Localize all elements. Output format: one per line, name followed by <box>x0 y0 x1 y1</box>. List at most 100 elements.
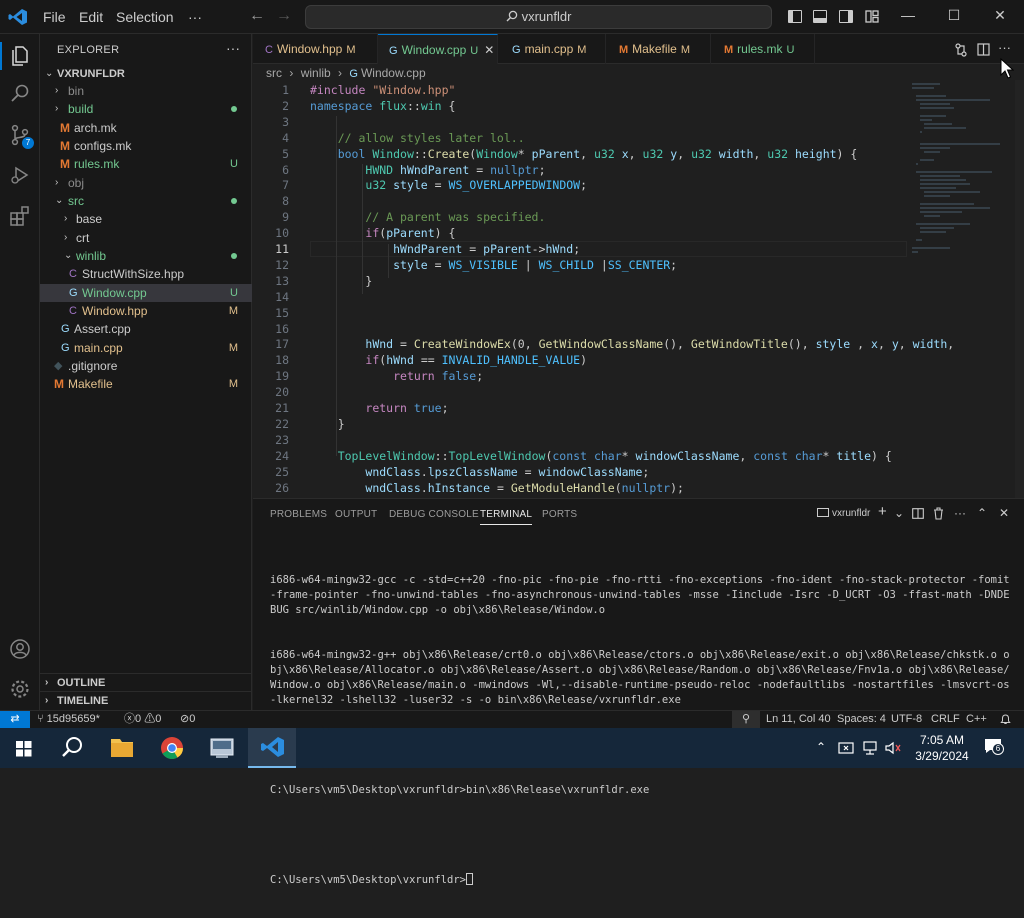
open-changes-icon[interactable] <box>954 43 968 57</box>
code-line[interactable]: 26 wndClass.hInstance = GetModuleHandle(… <box>253 480 1024 496</box>
tray-chevron-icon[interactable]: ⌃ <box>816 740 826 754</box>
code-line[interactable]: 20 <box>253 384 1024 400</box>
tree-folder-winlib[interactable]: ⌄ winlib <box>40 247 252 265</box>
editor-scrollbar[interactable] <box>1015 80 1024 498</box>
code-line[interactable]: 16 <box>253 321 1024 337</box>
vscode-taskbar-button[interactable] <box>248 728 296 768</box>
breadcrumb-item[interactable]: Window.cpp <box>361 66 426 80</box>
minimap[interactable] <box>910 80 1010 260</box>
explorer-files-icon[interactable] <box>8 44 32 68</box>
tree-folder-src[interactable]: ⌄ src <box>40 192 252 210</box>
code-line[interactable]: 11 hWndParent = pParent->hWnd; <box>253 241 1024 257</box>
tab-window-cpp[interactable]: G Window.cpp U ✕ <box>378 34 498 64</box>
minimize-button[interactable]: — <box>900 7 916 25</box>
tab-output[interactable]: OUTPUT <box>335 509 377 520</box>
close-panel-icon[interactable]: ✕ <box>999 506 1009 520</box>
accounts-icon[interactable] <box>8 637 32 661</box>
code-line[interactable]: 7 u32 style = WS_OVERLAPPEDWINDOW; <box>253 177 1024 193</box>
chrome-icon[interactable] <box>148 728 196 768</box>
windows-start-icon[interactable] <box>0 728 48 768</box>
code-line[interactable]: 24 TopLevelWindow::TopLevelWindow(const … <box>253 448 1024 464</box>
network-icon[interactable] <box>862 740 878 756</box>
workspace-root[interactable]: ⌄ VXRUNFLDR <box>40 65 252 83</box>
code-line[interactable]: 13 } <box>253 273 1024 289</box>
breadcrumb-item[interactable]: winlib <box>301 66 331 80</box>
tree-folder-base[interactable]: › base <box>40 210 252 228</box>
code-line[interactable]: 9 // A parent was specified. <box>253 209 1024 225</box>
code-editor[interactable]: 1 #include "Window.hpp" 2 namespace flux::w… <box>253 80 1024 498</box>
problems-status[interactable]: ⓧ0 ⚠0 <box>124 711 161 728</box>
search-view-icon[interactable] <box>8 82 32 106</box>
explorer-more-icon[interactable]: ··· <box>226 40 240 56</box>
notifications-bell-icon[interactable] <box>1000 714 1011 725</box>
tree-file-window-cpp[interactable]: G Window.cpp U <box>40 284 252 302</box>
toggle-secondary-sidebar-icon[interactable] <box>839 10 853 23</box>
server-manager-icon[interactable] <box>198 728 246 768</box>
extensions-icon[interactable] <box>8 204 32 228</box>
menu-file[interactable]: File <box>43 9 66 25</box>
tree-file-window-hpp[interactable]: C Window.hpp M <box>40 302 252 320</box>
security-shield-icon[interactable] <box>838 740 854 756</box>
terminal-selector[interactable]: vxrunfldr <box>817 508 870 519</box>
ports-status[interactable]: ⊘0 <box>180 711 195 728</box>
code-line[interactable]: 4 // allow styles later lol.. <box>253 130 1024 146</box>
code-line[interactable]: 14 <box>253 289 1024 305</box>
menu-more[interactable]: ··· <box>188 9 202 25</box>
tab-terminal[interactable]: TERMINAL <box>480 509 533 525</box>
indentation[interactable]: Spaces: 4 <box>837 711 886 728</box>
volume-muted-icon[interactable] <box>884 740 902 756</box>
close-window-button[interactable]: ✕ <box>992 7 1008 25</box>
tree-file-makefile[interactable]: M Makefile M <box>40 375 252 393</box>
tree-file-structwithsize-hpp[interactable]: C StructWithSize.hpp <box>40 265 252 283</box>
system-clock[interactable]: 7:05 AM 3/29/2024 <box>910 732 974 764</box>
code-line[interactable]: 6 HWND hWndParent = nullptr; <box>253 162 1024 178</box>
code-line[interactable]: 12 style = WS_VISIBLE | WS_CHILD |SS_CEN… <box>253 257 1024 273</box>
forward-arrow-icon[interactable]: → <box>276 7 292 25</box>
code-line[interactable]: 8 <box>253 193 1024 209</box>
tab-makefile[interactable]: M Makefile M <box>606 34 711 64</box>
zoom-icon[interactable]: ⚲ <box>732 711 760 728</box>
tab-problems[interactable]: PROBLEMS <box>270 509 327 520</box>
encoding[interactable]: UTF-8 <box>891 711 922 728</box>
tree-file-rules-mk[interactable]: M rules.mk U <box>40 155 252 173</box>
tree-file-assert-cpp[interactable]: G Assert.cpp <box>40 320 252 338</box>
code-line[interactable]: 10 if(pParent) { <box>253 225 1024 241</box>
menu-selection[interactable]: Selection <box>116 9 174 25</box>
tab-debug-console[interactable]: DEBUG CONSOLE <box>389 509 479 520</box>
code-line[interactable]: 22 } <box>253 416 1024 432</box>
toggle-primary-sidebar-icon[interactable] <box>788 10 802 23</box>
tree-folder-obj[interactable]: › obj <box>40 174 252 192</box>
code-line[interactable]: 17 hWnd = CreateWindowEx(0, GetWindowCla… <box>253 336 1024 352</box>
tab-close-icon[interactable]: ✕ <box>484 43 494 57</box>
tree-folder-bin[interactable]: › bin <box>40 82 252 100</box>
maximize-panel-icon[interactable]: ⌃ <box>977 506 987 520</box>
code-line[interactable]: 2 namespace flux::win { <box>253 98 1024 114</box>
cursor-position[interactable]: Ln 11, Col 40 <box>766 711 831 728</box>
editor-more-icon[interactable]: ··· <box>998 40 1011 55</box>
tab-ports[interactable]: PORTS <box>542 509 577 520</box>
tree-file-gitignore[interactable]: ◆ .gitignore <box>40 357 252 375</box>
maximize-button[interactable]: ☐ <box>946 7 962 25</box>
tree-folder-crt[interactable]: › crt <box>40 229 252 247</box>
tree-folder-build[interactable]: › build <box>40 100 252 118</box>
breadcrumb-item[interactable]: src <box>266 66 282 80</box>
code-line[interactable]: 25 wndClass.lpszClassName = windowClassN… <box>253 464 1024 480</box>
toggle-panel-icon[interactable] <box>813 10 827 23</box>
git-branch[interactable]: ⑂ 15d95659* <box>37 711 100 728</box>
outline-section[interactable]: › OUTLINE <box>40 673 252 691</box>
split-terminal-icon[interactable] <box>912 508 924 519</box>
menu-edit[interactable]: Edit <box>79 9 103 25</box>
trash-icon[interactable] <box>933 507 944 520</box>
tab-rules-mk[interactable]: Mrules.mk U <box>711 34 815 64</box>
panel-more-icon[interactable]: ··· <box>954 506 966 520</box>
new-terminal-icon[interactable]: + <box>878 503 887 520</box>
tab-main-cpp[interactable]: Gmain.cpp M <box>498 34 606 64</box>
code-line[interactable]: 18 if(hWnd == INVALID_HANDLE_VALUE) <box>253 352 1024 368</box>
code-line[interactable]: 1 #include "Window.hpp" <box>253 82 1024 98</box>
code-line[interactable]: 23 <box>253 432 1024 448</box>
customize-layout-icon[interactable] <box>865 10 879 23</box>
code-line[interactable]: 5 bool Window::Create(Window* pParent, u… <box>253 146 1024 162</box>
timeline-section[interactable]: › TIMELINE <box>40 691 252 709</box>
command-center-search[interactable]: vxrunfldr <box>305 5 772 29</box>
code-line[interactable]: 3 <box>253 114 1024 130</box>
